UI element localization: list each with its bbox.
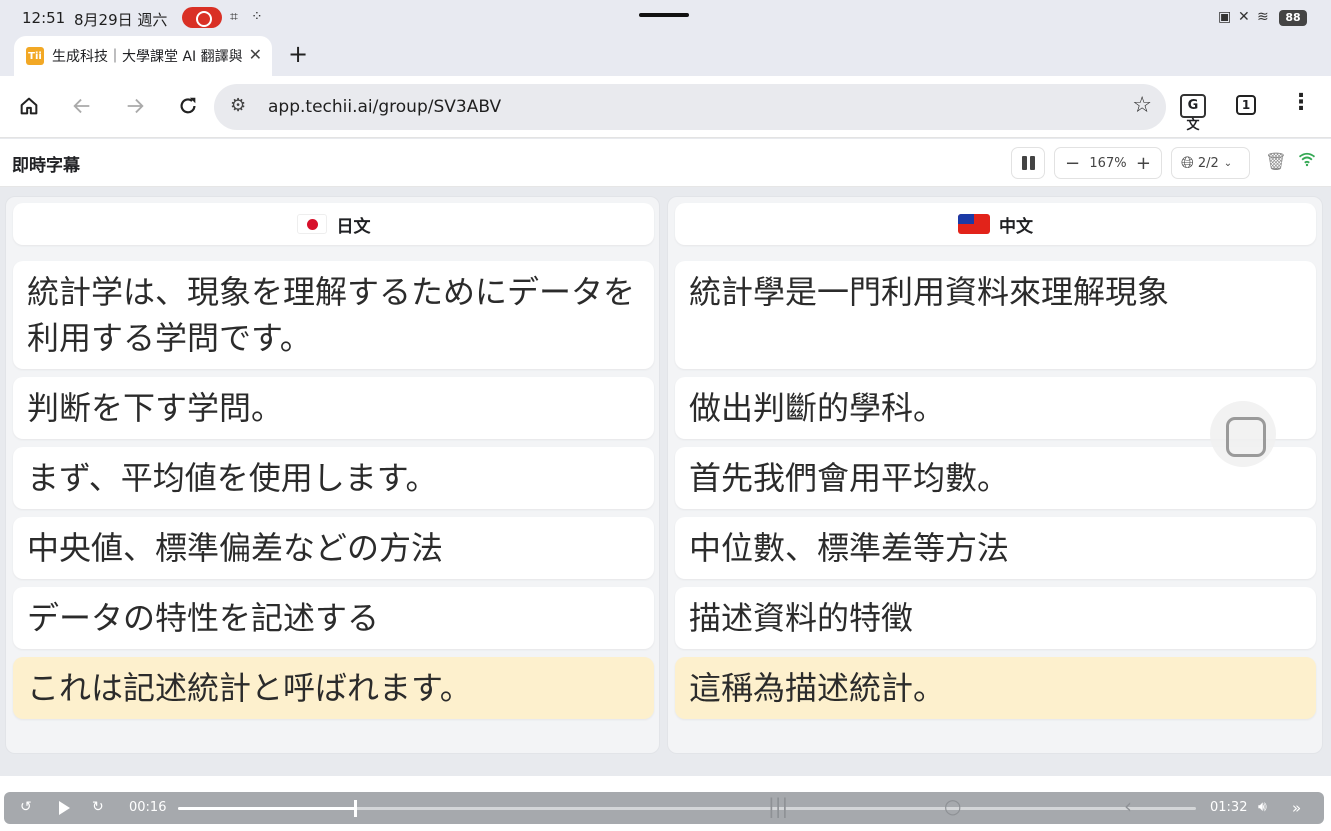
multitask-handle[interactable]	[639, 13, 689, 17]
floating-window-button[interactable]	[1210, 401, 1276, 467]
wifi-status-icon: ≋	[1257, 9, 1269, 25]
caption-segment: 描述資料的特徵	[675, 587, 1316, 649]
home-icon[interactable]	[18, 95, 40, 117]
mute-icon: ✕	[1238, 9, 1250, 25]
caption-segment: まず、平均値を使用します。	[13, 447, 654, 509]
tab-switcher-icon[interactable]: 1	[1236, 95, 1256, 115]
caption-segment: 統計学は、現象を理解するためにデータを利用する学問です。	[13, 261, 654, 369]
url-text[interactable]: app.techii.ai/group/SV3ABV	[268, 97, 501, 117]
caption-segment: 中央値、標準偏差などの方法	[13, 517, 654, 579]
language-selector[interactable]: 🌐︎ 2/2 ⌄	[1171, 147, 1250, 179]
home-nav-icon[interactable]: ○	[944, 794, 961, 818]
japan-flag-icon	[296, 214, 327, 234]
recent-apps-icon[interactable]: |||	[768, 794, 788, 818]
caption-segment-current: これは記述統計と呼ばれます。	[13, 657, 654, 719]
site-settings-icon[interactable]: ⚙	[230, 95, 246, 116]
video-player-bar: ↺ ↻ 00:16 ||| ○ ‹ 01:32 🔊︎ »	[4, 792, 1324, 824]
trash-icon[interactable]: 🗑︎	[1265, 152, 1287, 172]
page-title: 即時字幕	[12, 156, 80, 176]
wifi-icon	[1298, 152, 1316, 167]
source-language-panel: 日文 統計学は、現象を理解するためにデータを利用する学問です。 判断を下す学問。…	[5, 196, 660, 754]
zoom-level: 167%	[1089, 155, 1127, 171]
rewind-icon[interactable]: ↺	[20, 799, 32, 815]
language-count: 2/2	[1197, 155, 1219, 171]
fast-forward-icon[interactable]: »	[1292, 799, 1301, 817]
tab-title: 生成科技｜大學課堂 AI 翻譯與	[52, 49, 243, 65]
zoom-out-icon[interactable]: −	[1065, 153, 1080, 174]
battery-indicator: 88	[1279, 10, 1307, 26]
forward-icon[interactable]	[124, 95, 146, 117]
close-tab-icon[interactable]: ✕	[249, 45, 262, 64]
zoom-control: − 167% +	[1054, 147, 1162, 179]
volume-icon[interactable]: 🔊︎	[1258, 799, 1267, 815]
menu-icon[interactable]: ⋮	[1290, 90, 1312, 115]
app-header: 即時字幕 − 167% + 🌐︎ 2/2 ⌄ 🗑︎	[0, 139, 1331, 187]
panel-header-japanese: 日文	[13, 203, 654, 245]
seek-bar[interactable]	[178, 800, 1196, 817]
seek-progress	[178, 807, 355, 810]
caption-segment: 中位數、標準差等方法	[675, 517, 1316, 579]
pause-button[interactable]	[1011, 147, 1045, 179]
caption-segment-current: 這稱為描述統計。	[675, 657, 1316, 719]
screen-record-indicator[interactable]	[182, 7, 222, 28]
panel-language-label: 中文	[999, 216, 1033, 237]
reload-icon[interactable]	[177, 95, 199, 117]
globe-icon: 🌐︎	[1181, 153, 1194, 172]
apps-grid-icon: ⁘	[251, 9, 263, 25]
target-language-panel: 中文 統計學是一門利用資料來理解現象 做出判斷的學科。 首先我們會用平均數。 中…	[667, 196, 1323, 754]
new-tab-button[interactable]: +	[288, 40, 308, 68]
play-icon[interactable]	[56, 800, 72, 816]
site-favicon-icon: Tii	[26, 47, 44, 65]
caption-segment: 判断を下す学問。	[13, 377, 654, 439]
zoom-in-icon[interactable]: +	[1136, 153, 1151, 174]
taiwan-flag-icon	[958, 214, 990, 234]
panel-header-chinese: 中文	[675, 203, 1316, 245]
duration-time: 01:32	[1210, 800, 1248, 815]
translate-icon[interactable]: G文	[1180, 94, 1206, 133]
back-icon[interactable]	[71, 95, 93, 117]
screenshot-icon: ⌗	[230, 9, 238, 25]
browser-toolbar: ⚙ app.techii.ai/group/SV3ABV ☆ G文 1 ⋮	[0, 76, 1331, 138]
clock: 12:51	[22, 9, 66, 27]
elapsed-time: 00:16	[129, 800, 167, 815]
pause-icon	[1021, 156, 1027, 170]
address-bar[interactable]: ⚙ app.techii.ai/group/SV3ABV ☆	[214, 84, 1166, 130]
date: 8月29日 週六	[74, 11, 168, 29]
forward-15-icon[interactable]: ↻	[92, 799, 104, 815]
system-status-bar: 12:51 8月29日 週六 ⌗ ⁘ ▣ ✕ ≋ 88	[0, 0, 1331, 36]
seek-thumb[interactable]	[354, 800, 357, 817]
tab-strip: Tii 生成科技｜大學課堂 AI 翻譯與 ✕ +	[0, 36, 1331, 76]
chevron-down-icon: ⌄	[1223, 157, 1233, 169]
tab-active[interactable]: Tii 生成科技｜大學課堂 AI 翻譯與 ✕	[14, 36, 272, 76]
caption-segment: データの特性を記述する	[13, 587, 654, 649]
bookmark-star-icon[interactable]: ☆	[1132, 93, 1152, 118]
panel-language-label: 日文	[336, 216, 371, 237]
cast-icon: ▣	[1218, 9, 1232, 25]
caption-segment: 統計學是一門利用資料來理解現象	[675, 261, 1316, 369]
back-nav-icon[interactable]: ‹	[1124, 794, 1132, 818]
